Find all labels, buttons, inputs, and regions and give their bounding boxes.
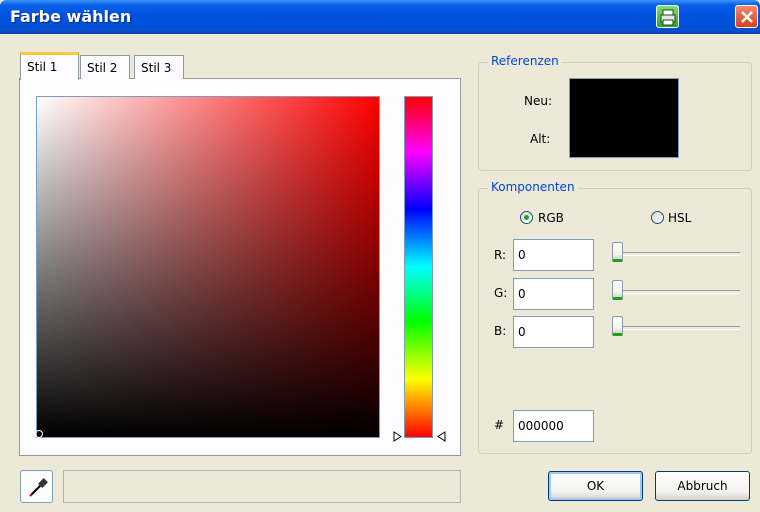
old-color-label: Alt:	[530, 132, 551, 146]
tab-stil-2[interactable]: Stil 2	[80, 55, 130, 79]
g-label: G:	[494, 286, 508, 300]
hsl-radio[interactable]	[651, 211, 664, 224]
b-label: B:	[494, 324, 507, 338]
new-color-label: Neu:	[524, 94, 553, 108]
b-slider-track[interactable]	[612, 326, 740, 330]
hue-pointer-right-icon[interactable]	[437, 431, 446, 442]
tab-label: Stil 2	[87, 61, 118, 75]
components-legend: Komponenten	[488, 180, 578, 194]
sv-selection-marker[interactable]	[35, 430, 43, 438]
b-value-field[interactable]: 0	[513, 316, 594, 348]
close-icon	[741, 11, 753, 23]
hsl-radio-label[interactable]: HSL	[668, 211, 691, 225]
color-picker-dialog: Farbe wählen Stil 1 Stil 2 Stil 3 Refere…	[0, 0, 760, 512]
close-button[interactable]	[735, 5, 758, 28]
printer-icon	[660, 9, 676, 26]
references-legend: Referenzen	[488, 54, 562, 68]
hex-label: #	[494, 418, 505, 432]
ok-button[interactable]: OK	[548, 471, 643, 501]
tab-stil-1[interactable]: Stil 1	[20, 52, 79, 80]
saturation-value-field[interactable]	[36, 96, 380, 438]
window-title: Farbe wählen	[10, 7, 132, 26]
cancel-button[interactable]: Abbruch	[655, 471, 750, 501]
picked-color-preview	[63, 470, 461, 503]
r-slider-track[interactable]	[612, 252, 740, 256]
g-slider-track[interactable]	[612, 290, 740, 294]
g-value-field[interactable]: 0	[513, 278, 594, 310]
r-label: R:	[494, 248, 507, 262]
title-bar: Farbe wählen	[0, 0, 760, 34]
color-preview-swatch	[569, 78, 679, 158]
eyedropper-icon	[29, 478, 48, 497]
hue-pointer-left-icon[interactable]	[393, 431, 402, 442]
print-button[interactable]	[656, 5, 679, 28]
hex-value-field[interactable]: 000000	[513, 410, 594, 442]
hue-slider[interactable]	[404, 96, 433, 438]
rgb-radio-label[interactable]: RGB	[538, 211, 564, 225]
b-slider-thumb[interactable]	[612, 316, 623, 336]
eyedropper-button[interactable]	[20, 470, 53, 503]
tab-label: Stil 1	[27, 60, 58, 74]
rgb-radio[interactable]	[520, 211, 533, 224]
g-slider-thumb[interactable]	[612, 280, 623, 300]
tab-stil-3[interactable]: Stil 3	[134, 55, 184, 79]
r-value-field[interactable]: 0	[513, 239, 594, 271]
tab-label: Stil 3	[141, 61, 172, 75]
r-slider-thumb[interactable]	[612, 242, 623, 262]
